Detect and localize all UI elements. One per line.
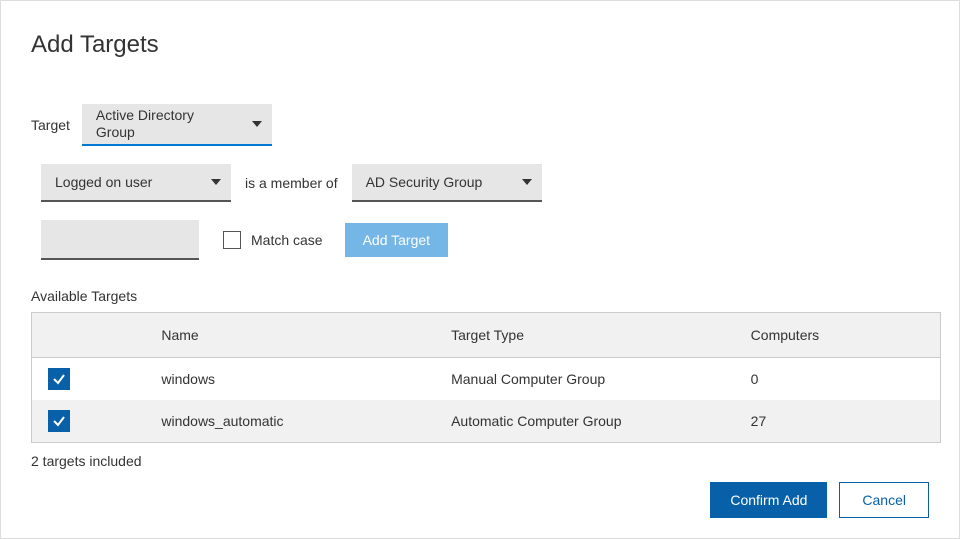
chevron-down-icon (252, 121, 262, 127)
col-header-name: Name (151, 313, 441, 358)
subject-dropdown[interactable]: Logged on user (41, 164, 231, 202)
table-row: windows Manual Computer Group 0 (32, 358, 941, 401)
cell-name: windows (151, 358, 441, 401)
filter-row: Match case Add Target (41, 220, 929, 260)
match-case-checkbox[interactable] (223, 231, 241, 249)
col-header-computers: Computers (741, 313, 941, 358)
group-dropdown-value: AD Security Group (366, 174, 483, 191)
subject-dropdown-value: Logged on user (55, 174, 152, 191)
condition-text: is a member of (245, 175, 338, 191)
row-checkbox[interactable] (48, 368, 70, 390)
row-checkbox[interactable] (48, 410, 70, 432)
dialog-footer: Confirm Add Cancel (710, 482, 929, 518)
target-row: Target Active Directory Group (31, 104, 929, 146)
available-targets-label: Available Targets (31, 288, 929, 304)
col-header-type: Target Type (441, 313, 741, 358)
cell-name: windows_automatic (151, 400, 441, 443)
col-header-check (32, 313, 152, 358)
condition-row: Logged on user is a member of AD Securit… (41, 164, 929, 202)
target-type-dropdown-value: Active Directory Group (96, 107, 232, 141)
cell-computers: 27 (741, 400, 941, 443)
group-dropdown[interactable]: AD Security Group (352, 164, 542, 202)
table-header-row: Name Target Type Computers (32, 313, 941, 358)
add-target-button[interactable]: Add Target (345, 223, 448, 257)
targets-summary: 2 targets included (31, 453, 929, 469)
cell-computers: 0 (741, 358, 941, 401)
target-label: Target (31, 117, 70, 133)
chevron-down-icon (211, 179, 221, 185)
match-case-label: Match case (251, 232, 323, 248)
chevron-down-icon (522, 179, 532, 185)
page-title: Add Targets (31, 31, 929, 59)
target-type-dropdown[interactable]: Active Directory Group (82, 104, 272, 146)
cancel-button[interactable]: Cancel (839, 482, 929, 518)
table-row: windows_automatic Automatic Computer Gro… (32, 400, 941, 443)
cell-type: Manual Computer Group (441, 358, 741, 401)
filter-input[interactable] (41, 220, 199, 260)
confirm-add-button[interactable]: Confirm Add (710, 482, 827, 518)
targets-table: Name Target Type Computers windows Manua… (31, 312, 941, 443)
cell-type: Automatic Computer Group (441, 400, 741, 443)
